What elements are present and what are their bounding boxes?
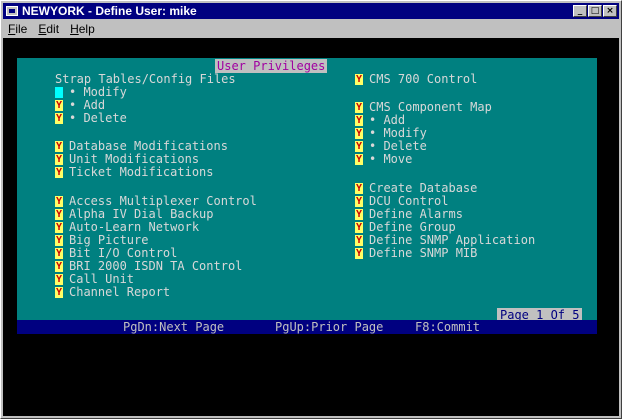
menu-help-accel: H <box>70 21 79 36</box>
close-button[interactable]: × <box>603 5 617 17</box>
checkbox[interactable]: Y <box>355 196 363 207</box>
priv-label: BRI 2000 ISDN TA Control <box>69 259 243 273</box>
checkbox[interactable]: Y <box>55 222 63 233</box>
priv-label: • Add <box>69 98 106 112</box>
priv-label: Access Multiplexer Control <box>69 194 257 208</box>
close-icon: × <box>606 5 614 16</box>
priv-label: Unit Modifications <box>69 152 200 166</box>
checkbox[interactable]: Y <box>355 141 363 152</box>
window-title: NEWYORK - Define User: mike <box>22 4 197 18</box>
checkbox[interactable]: Y <box>355 102 363 113</box>
checkbox[interactable]: Y <box>55 248 63 259</box>
privileges-panel: User Privileges Strap Tables/Config File… <box>17 58 597 322</box>
priv-label: Call Unit <box>69 272 135 286</box>
terminal-console: User Privileges Strap Tables/Config File… <box>3 38 619 416</box>
priv-label: CMS Component Map <box>369 100 492 114</box>
checkbox[interactable]: Y <box>355 183 363 194</box>
priv-label: Auto-Learn Network <box>69 220 200 234</box>
checkbox[interactable]: Y <box>355 248 363 259</box>
checkbox[interactable]: Y <box>355 209 363 220</box>
priv-label: Define SNMP MIB <box>369 246 478 260</box>
checkbox[interactable]: Y <box>55 274 63 285</box>
checkbox-cursor[interactable]: Y <box>55 87 63 98</box>
priv-label: Channel Report <box>69 285 171 299</box>
priv-label: DCU Control <box>369 194 449 208</box>
priv-label: • Add <box>369 113 406 127</box>
menu-bar: File Edit Help <box>3 20 619 37</box>
priv-component-move[interactable]: Y • Move <box>355 153 412 166</box>
checkbox[interactable]: Y <box>55 287 63 298</box>
priv-label: • Move <box>369 152 413 166</box>
priv-ticket-modifications[interactable]: Y Ticket Modifications <box>55 166 214 179</box>
priv-strap-delete[interactable]: Y • Delete <box>55 112 127 125</box>
checkbox[interactable]: Y <box>55 154 63 165</box>
priv-label: CMS 700 Control <box>369 72 478 86</box>
app-window: NEWYORK - Define User: mike _ □ × File E… <box>0 0 622 419</box>
priv-label: Define Group <box>369 220 456 234</box>
priv-define-snmp-mib[interactable]: Y Define SNMP MIB <box>355 247 477 260</box>
priv-label: • Modify <box>69 85 127 99</box>
menu-help[interactable]: Help <box>65 22 101 36</box>
priv-label: Database Modifications <box>69 139 228 153</box>
checkbox[interactable]: Y <box>55 196 63 207</box>
priv-label: Define Alarms <box>369 207 463 221</box>
priv-label: • Delete <box>369 139 427 153</box>
priv-channel-report[interactable]: Y Channel Report <box>55 286 170 299</box>
checkbox[interactable]: Y <box>355 128 363 139</box>
menu-help-rest: elp <box>78 21 95 36</box>
priv-label: • Delete <box>69 111 127 125</box>
minimize-button[interactable]: _ <box>573 5 587 17</box>
menu-edit[interactable]: Edit <box>33 22 65 36</box>
commit-hint[interactable]: F8:Commit <box>415 320 480 334</box>
panel-title: User Privileges <box>215 59 328 73</box>
checkbox[interactable]: Y <box>55 261 63 272</box>
priv-cms-700[interactable]: Y CMS 700 Control <box>355 73 477 86</box>
checkbox[interactable]: Y <box>55 141 63 152</box>
priv-label: Bit I/O Control <box>69 246 178 260</box>
priv-label: Big Picture <box>69 233 149 247</box>
checkbox[interactable]: Y <box>55 100 63 111</box>
checkbox[interactable]: Y <box>355 222 363 233</box>
menu-edit-rest: dit <box>46 21 60 36</box>
pgup-hint[interactable]: PgUp:Prior Page <box>275 320 383 334</box>
maximize-button[interactable]: □ <box>588 5 602 17</box>
checkbox[interactable]: Y <box>55 113 63 124</box>
priv-label: • Modify <box>369 126 427 140</box>
checkbox[interactable]: Y <box>355 154 363 165</box>
maximize-icon: □ <box>590 5 600 16</box>
checkbox[interactable]: Y <box>55 209 63 220</box>
menu-file-rest: ile <box>15 21 28 36</box>
checkbox[interactable]: Y <box>355 235 363 246</box>
checkbox[interactable]: Y <box>55 167 63 178</box>
checkbox[interactable]: Y <box>55 235 63 246</box>
menu-file[interactable]: File <box>3 22 33 36</box>
pgdn-hint[interactable]: PgDn:Next Page <box>123 320 224 334</box>
priv-label: Define SNMP Application <box>369 233 536 247</box>
priv-label: Create Database <box>369 181 478 195</box>
priv-label: Ticket Modifications <box>69 165 214 179</box>
title-bar[interactable]: NEWYORK - Define User: mike _ □ × <box>3 3 619 19</box>
minimize-icon: _ <box>577 5 583 16</box>
checkbox[interactable]: Y <box>355 74 363 85</box>
priv-label: Alpha IV Dial Backup <box>69 207 214 221</box>
checkbox[interactable]: Y <box>355 115 363 126</box>
function-key-bar: PgDn:Next Page PgUp:Prior Page F8:Commit <box>17 320 597 334</box>
app-icon[interactable] <box>6 6 18 16</box>
